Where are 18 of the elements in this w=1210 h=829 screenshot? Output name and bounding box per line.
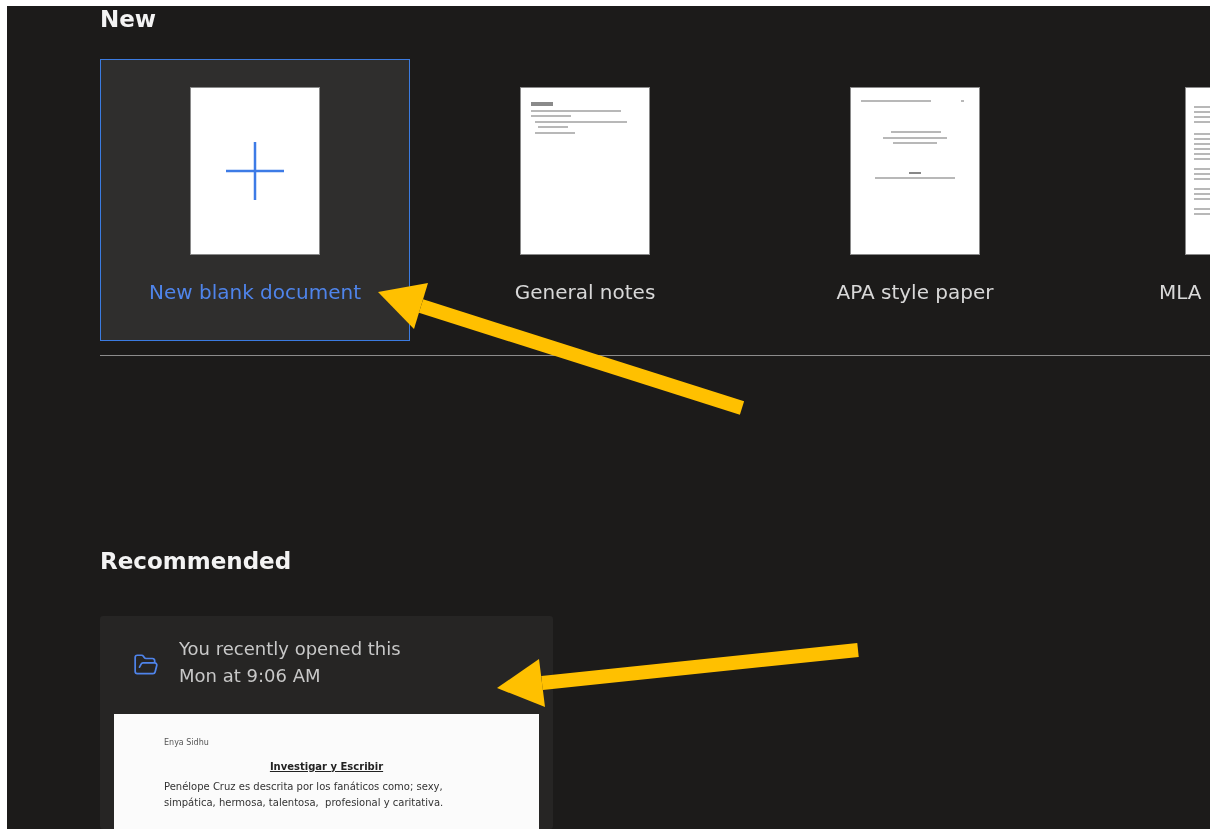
template-card[interactable]: General notes (430, 59, 740, 341)
plus-icon (226, 142, 284, 200)
recommended-card[interactable]: You recently opened this Mon at 9:06 AM Enya Sidhu Investigar y Escribir Penélope Cruz es descrita por los fanáticos como; sexy, simpática, hermosa, talentosa, profesional y caritativa. (100, 616, 553, 829)
template-card[interactable]: MLA (1090, 59, 1210, 341)
template-label: New blank document (149, 280, 361, 304)
document-paragraph: Penélope Cruz es descrita por los fanáticos como; sexy, simpática, hermosa, talentosa, profesional y caritativa. (164, 780, 445, 810)
template-card[interactable]: New blank document (100, 59, 410, 341)
document-author: Enya Sidhu (164, 738, 210, 747)
template-label: APA style paper (836, 280, 994, 304)
recent-reason: You recently opened this (179, 637, 401, 661)
document-title: Investigar y Escribir (269, 761, 384, 772)
folder-icon (133, 652, 159, 678)
section-heading: Recommended (100, 548, 293, 574)
recent-time: Mon at 9:06 AM (179, 664, 322, 688)
template-label: MLA (1159, 280, 1202, 304)
template-card[interactable]: APA style paper (760, 59, 1070, 341)
section-heading: New (100, 6, 158, 32)
template-label: General notes (514, 280, 656, 304)
